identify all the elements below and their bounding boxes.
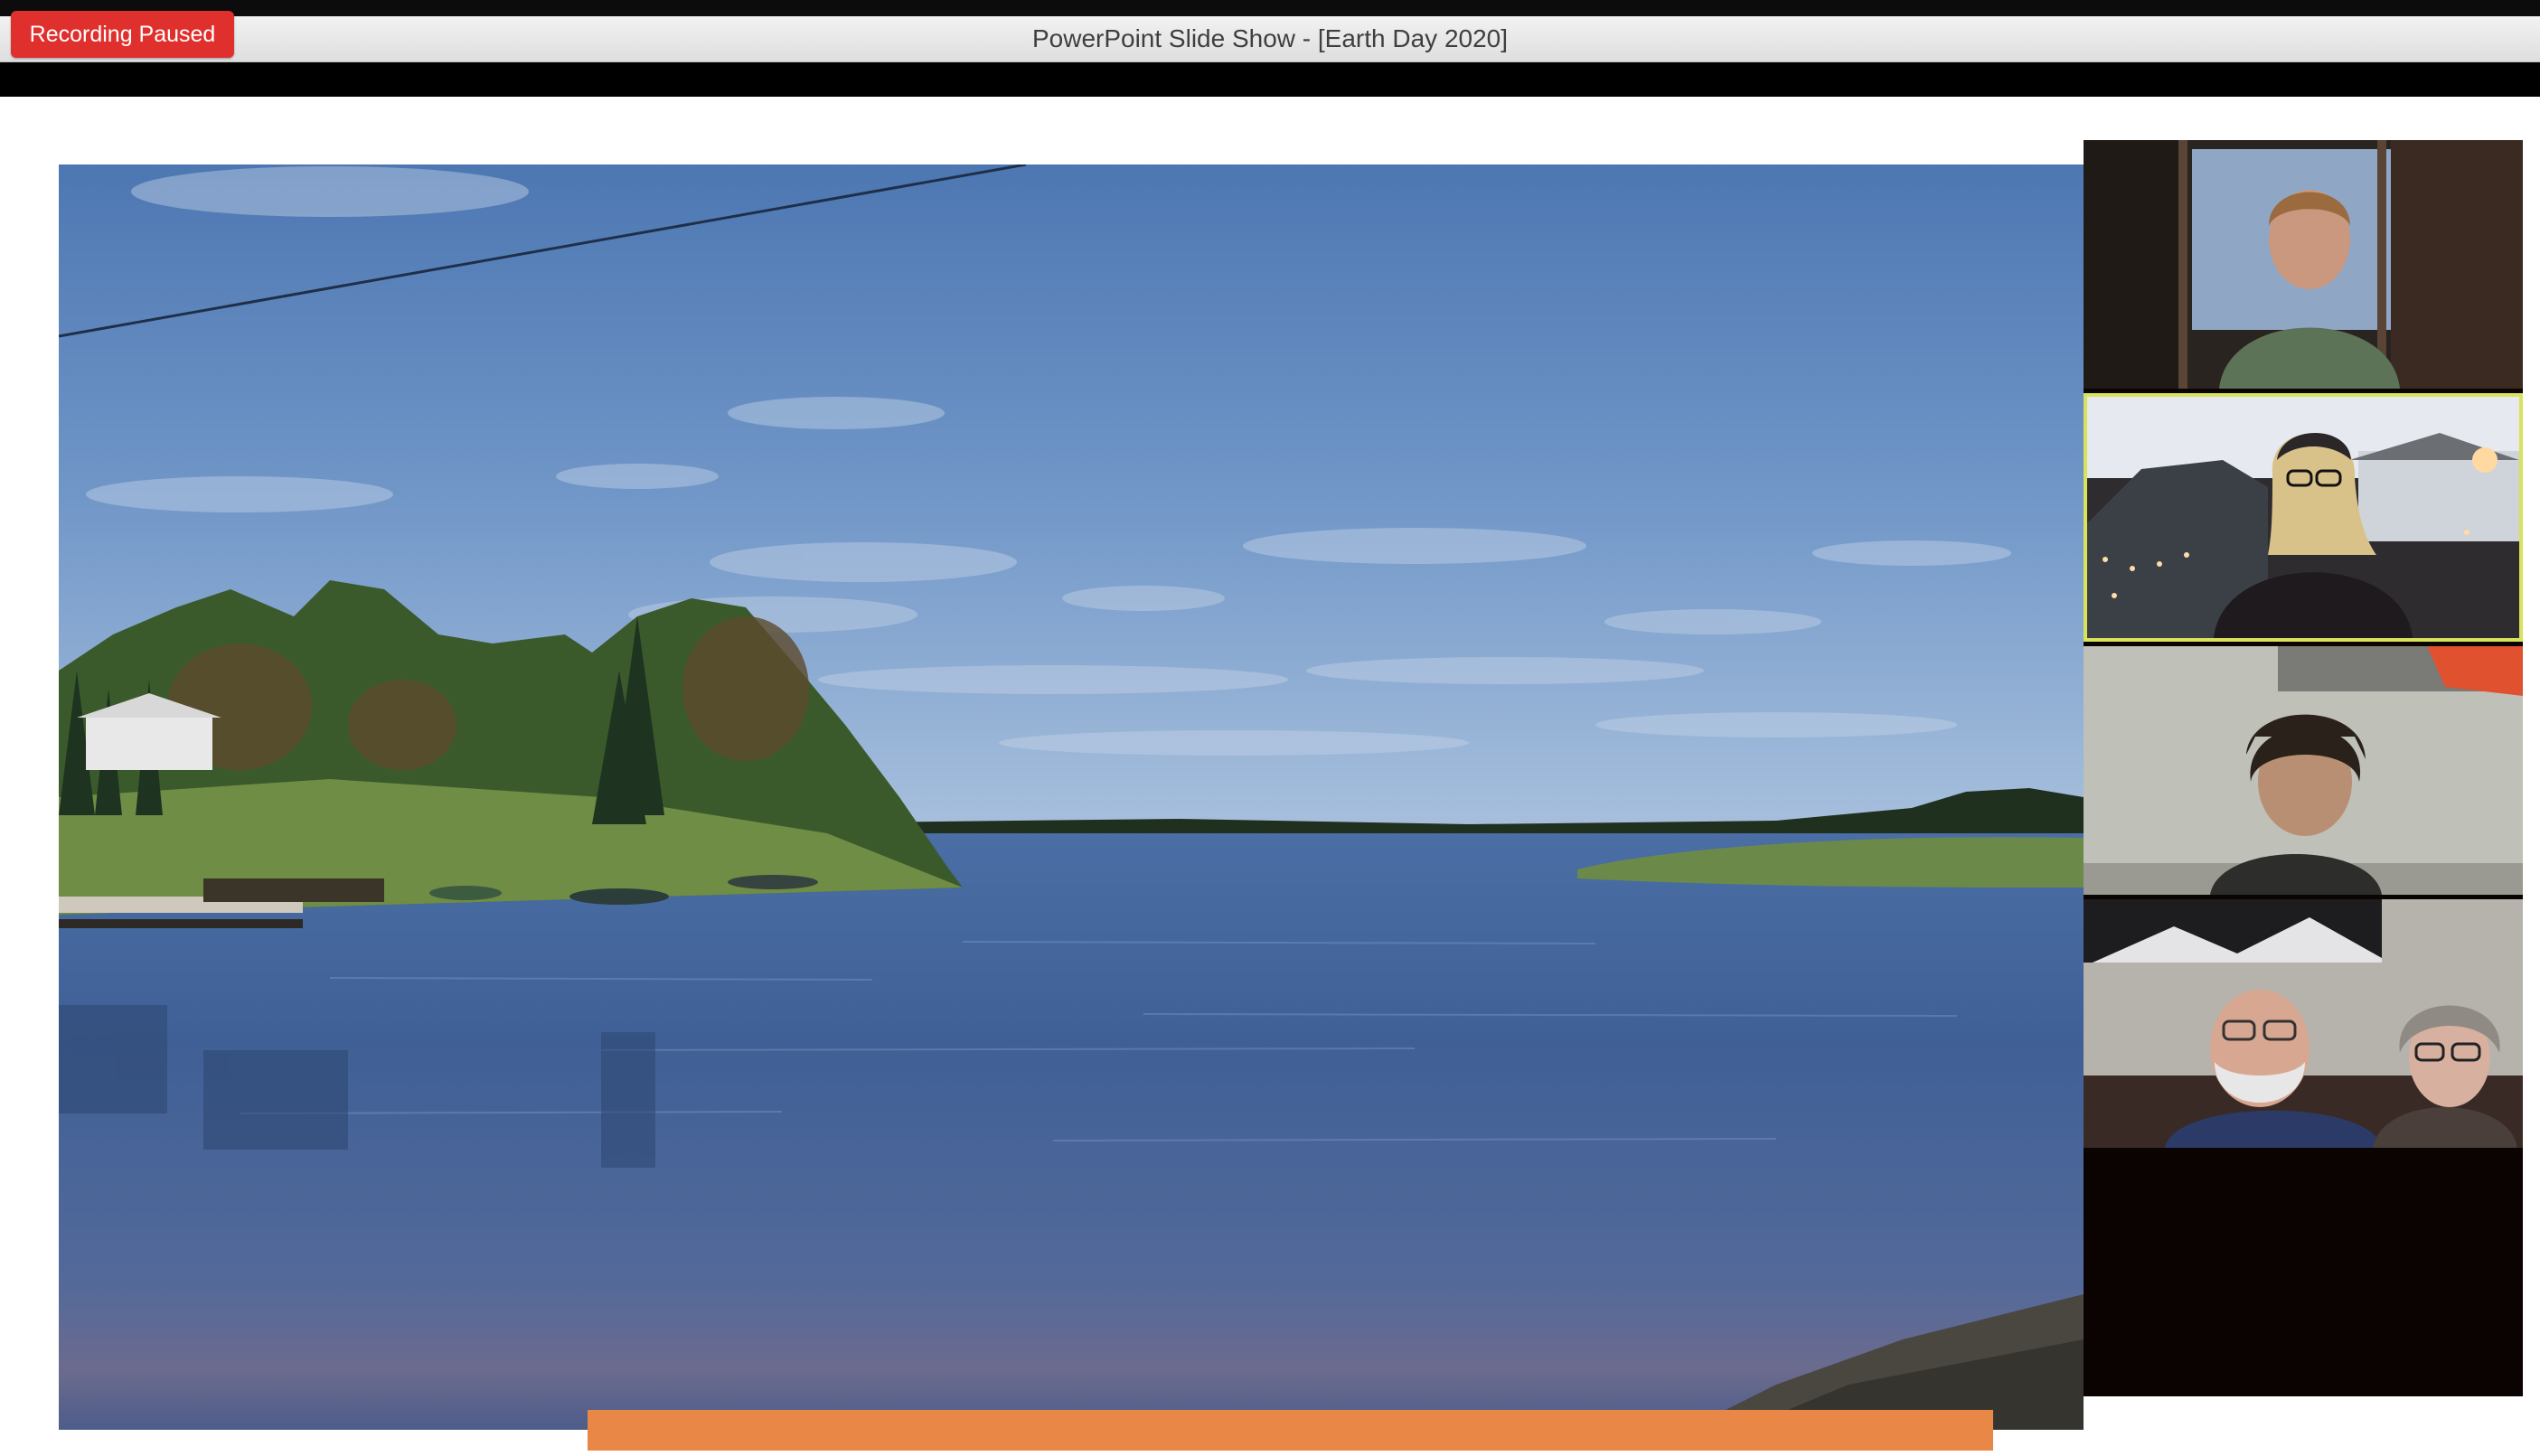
participant-gallery: [2084, 140, 2523, 1396]
shared-slide: [59, 164, 2084, 1430]
participant-video-tile-1[interactable]: [2084, 140, 2523, 389]
window-title-bar: PowerPoint Slide Show - [Earth Day 2020]: [0, 16, 2540, 62]
participant-1-video: [2084, 140, 2523, 389]
slide-accent-bar: [588, 1410, 1993, 1451]
participant-video-tile-3[interactable]: [2084, 646, 2523, 895]
participant-video-tile-2[interactable]: [2084, 393, 2523, 642]
participant-2-video: [2087, 397, 2519, 638]
participant-video-tile-4[interactable]: [2084, 899, 2523, 1148]
window-title: PowerPoint Slide Show - [Earth Day 2020]: [1031, 24, 1509, 52]
recording-paused-badge[interactable]: Recording Paused: [11, 11, 234, 58]
top-screen-strip: [0, 0, 2540, 16]
gallery-empty-area: [2084, 1152, 2523, 1396]
river-landscape-photo: [59, 164, 2084, 1430]
meeting-toolbar-band: [0, 62, 2540, 97]
participant-4-video: [2084, 899, 2523, 1148]
participant-3-video: [2084, 646, 2523, 895]
